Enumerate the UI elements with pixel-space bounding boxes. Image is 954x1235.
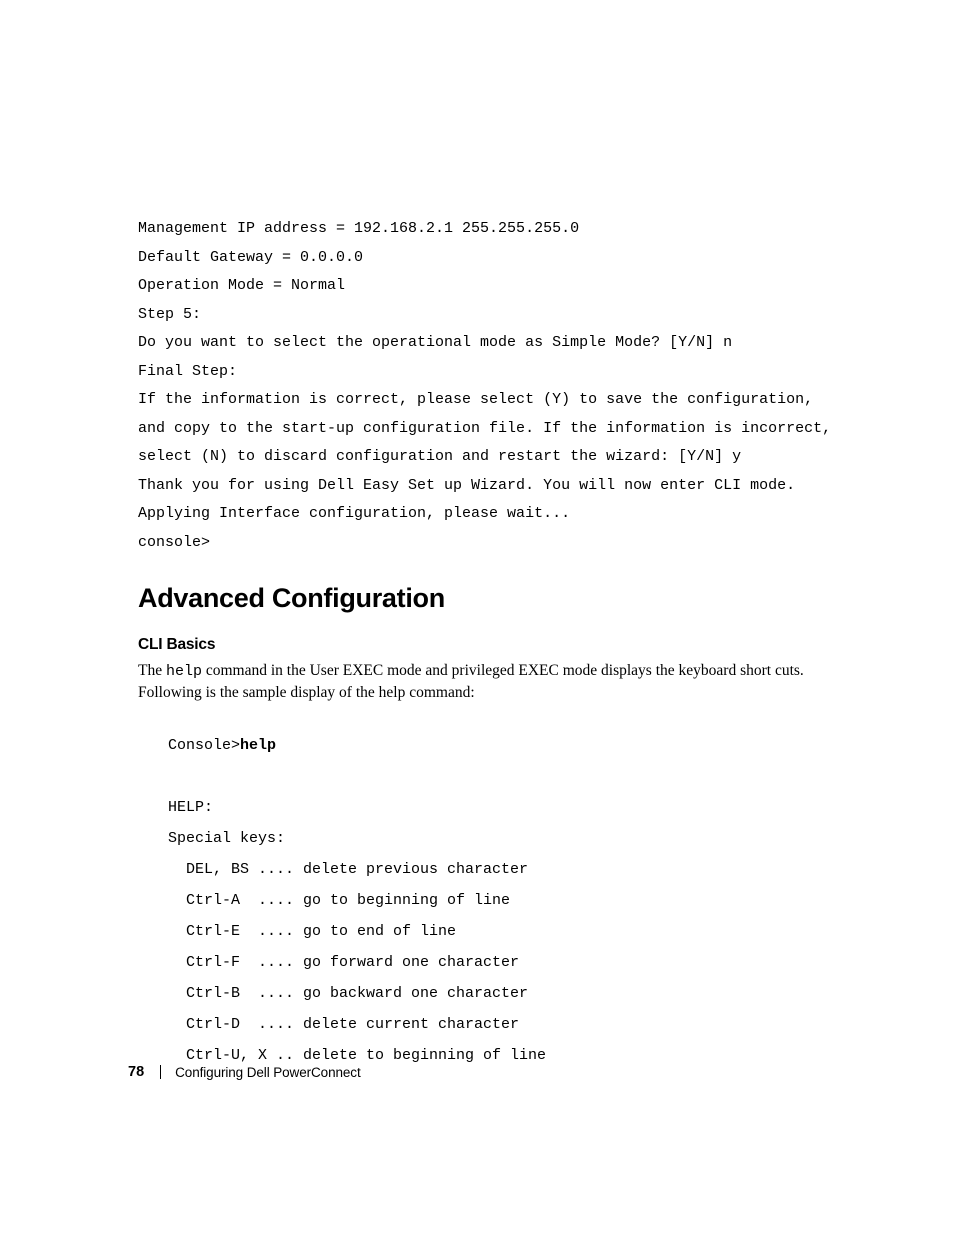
help-line: Ctrl-F .... go forward one character	[168, 954, 519, 971]
console-line: Default Gateway = 0.0.0.0	[138, 249, 363, 266]
console-line: Thank you for using Dell Easy Set up Wiz…	[138, 477, 795, 494]
console-line: Management IP address = 192.168.2.1 255.…	[138, 220, 579, 237]
console-line: console>	[138, 534, 210, 551]
help-line: Special keys:	[168, 830, 285, 847]
para-text: The	[138, 662, 166, 679]
help-command: help	[240, 737, 276, 754]
console-line: Do you want to select the operational mo…	[138, 334, 732, 351]
help-line: Ctrl-A .... go to beginning of line	[168, 892, 510, 909]
help-line: Ctrl-B .... go backward one character	[168, 985, 528, 1002]
help-line: Ctrl-D .... delete current character	[168, 1016, 519, 1033]
chapter-title: Configuring Dell PowerConnect	[175, 1065, 360, 1080]
console-output: Management IP address = 192.168.2.1 255.…	[138, 215, 844, 557]
help-line: HELP:	[168, 799, 213, 816]
help-prompt: Console>	[168, 737, 240, 754]
console-line: Step 5:	[138, 306, 201, 323]
console-line: Applying Interface configuration, please…	[138, 505, 570, 522]
section-heading: Advanced Configuration	[138, 583, 844, 614]
inline-code: help	[166, 663, 202, 680]
console-line: If the information is correct, please se…	[138, 391, 840, 465]
page-number: 78	[128, 1064, 144, 1080]
subsection-heading: CLI Basics	[138, 636, 844, 654]
help-output: Console>help HELP: Special keys: DEL, BS…	[168, 730, 844, 1072]
page-footer: 78 Configuring Dell PowerConnect	[128, 1064, 361, 1080]
paragraph: The help command in the User EXEC mode a…	[138, 660, 844, 704]
console-line: Operation Mode = Normal	[138, 277, 345, 294]
help-line: Ctrl-E .... go to end of line	[168, 923, 456, 940]
para-text: command in the User EXEC mode and privil…	[138, 662, 804, 701]
help-line: Ctrl-U, X .. delete to beginning of line	[168, 1047, 546, 1064]
help-line: DEL, BS .... delete previous character	[168, 861, 528, 878]
footer-separator	[160, 1065, 161, 1079]
page-container: Management IP address = 192.168.2.1 255.…	[0, 0, 954, 1235]
console-line: Final Step:	[138, 363, 237, 380]
